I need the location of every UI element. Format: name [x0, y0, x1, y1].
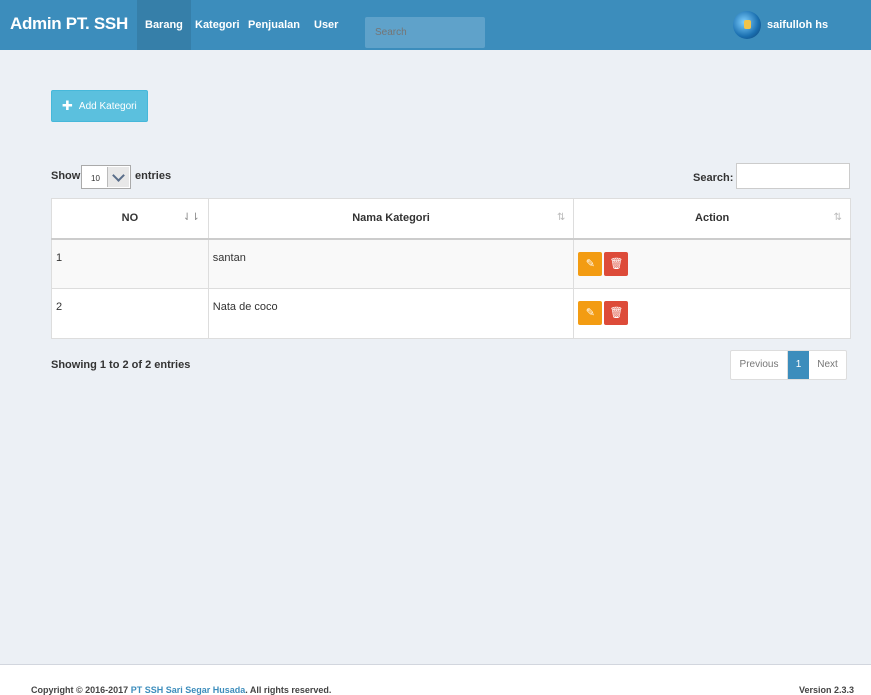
- column-header-no[interactable]: NO ⇃⇂: [51, 198, 209, 240]
- cell-no: 2: [51, 288, 209, 339]
- nav-item-kategori[interactable]: Kategori: [187, 0, 248, 50]
- column-header-action[interactable]: Action ⇅: [573, 198, 851, 240]
- plus-icon: ✚: [62, 98, 73, 113]
- page-1-button[interactable]: 1: [788, 351, 809, 379]
- add-kategori-label: Add Kategori: [78, 100, 137, 112]
- previous-button[interactable]: Previous: [731, 351, 788, 379]
- column-header-nama-kategori[interactable]: Nama Kategori ⇅: [207, 198, 575, 240]
- user-avatar: [733, 11, 761, 39]
- trash-icon: 🗑: [609, 307, 624, 319]
- cell-no: 1: [51, 238, 209, 289]
- delete-button[interactable]: 🗑: [604, 251, 629, 276]
- sort-both-icon: ⇅: [833, 212, 842, 223]
- page-size-select[interactable]: 10: [81, 165, 131, 189]
- table-row: 2 Nata de coco ✎ 🗑: [51, 288, 851, 339]
- delete-button[interactable]: 🗑: [604, 301, 629, 325]
- entries-label: entries: [135, 170, 172, 182]
- page-size-value: 10: [91, 174, 100, 183]
- table-info: Showing 1 to 2 of 2 entries: [51, 359, 191, 371]
- sort-asc-icon: ⇃⇂: [183, 212, 200, 223]
- show-label: Show: [51, 170, 81, 182]
- nav-item-penjualan[interactable]: Penjualan: [240, 0, 308, 50]
- next-button[interactable]: Next: [809, 351, 846, 379]
- edit-button[interactable]: ✎: [578, 301, 603, 325]
- chevron-down-icon: [107, 167, 129, 187]
- search-label: Search:: [693, 172, 734, 184]
- nav-item-user[interactable]: User: [306, 0, 346, 50]
- sort-both-icon: ⇅: [556, 212, 566, 223]
- cell-name: santan: [207, 238, 575, 289]
- edit-button[interactable]: ✎: [578, 251, 603, 276]
- cell-action: ✎ 🗑: [573, 288, 851, 339]
- nav-search-input[interactable]: [365, 17, 485, 48]
- kategori-table: NO ⇃⇂ Nama Kategori ⇅ Action ⇅ 1 santan …: [51, 198, 851, 339]
- nav-item-barang[interactable]: Barang: [137, 0, 191, 50]
- table-search-input[interactable]: [736, 163, 850, 189]
- brand-logo[interactable]: Admin PT. SSH: [10, 0, 128, 50]
- top-navbar: Admin PT. SSH Barang Kategori Penjualan …: [0, 0, 871, 50]
- cell-action: ✎ 🗑: [573, 238, 851, 289]
- add-kategori-button[interactable]: ✚ Add Kategori: [51, 90, 148, 122]
- version-label: Version 2.3.3: [799, 685, 855, 695]
- company-link[interactable]: PT SSH Sari Segar Husada: [131, 685, 246, 695]
- footer: Copyright © 2016-2017 PT SSH Sari Segar …: [0, 664, 871, 695]
- pencil-icon: ✎: [585, 307, 595, 319]
- table-row: 1 santan ✎ 🗑: [51, 238, 851, 289]
- trash-icon: 🗑: [609, 257, 624, 270]
- cell-name: Nata de coco: [207, 288, 575, 339]
- copyright: Copyright © 2016-2017 PT SSH Sari Segar …: [31, 685, 332, 695]
- user-menu[interactable]: saifulloh hs: [733, 0, 828, 50]
- user-name: saifulloh hs: [767, 19, 829, 31]
- pagination: Previous 1 Next: [730, 350, 847, 380]
- pencil-icon: ✎: [585, 257, 595, 270]
